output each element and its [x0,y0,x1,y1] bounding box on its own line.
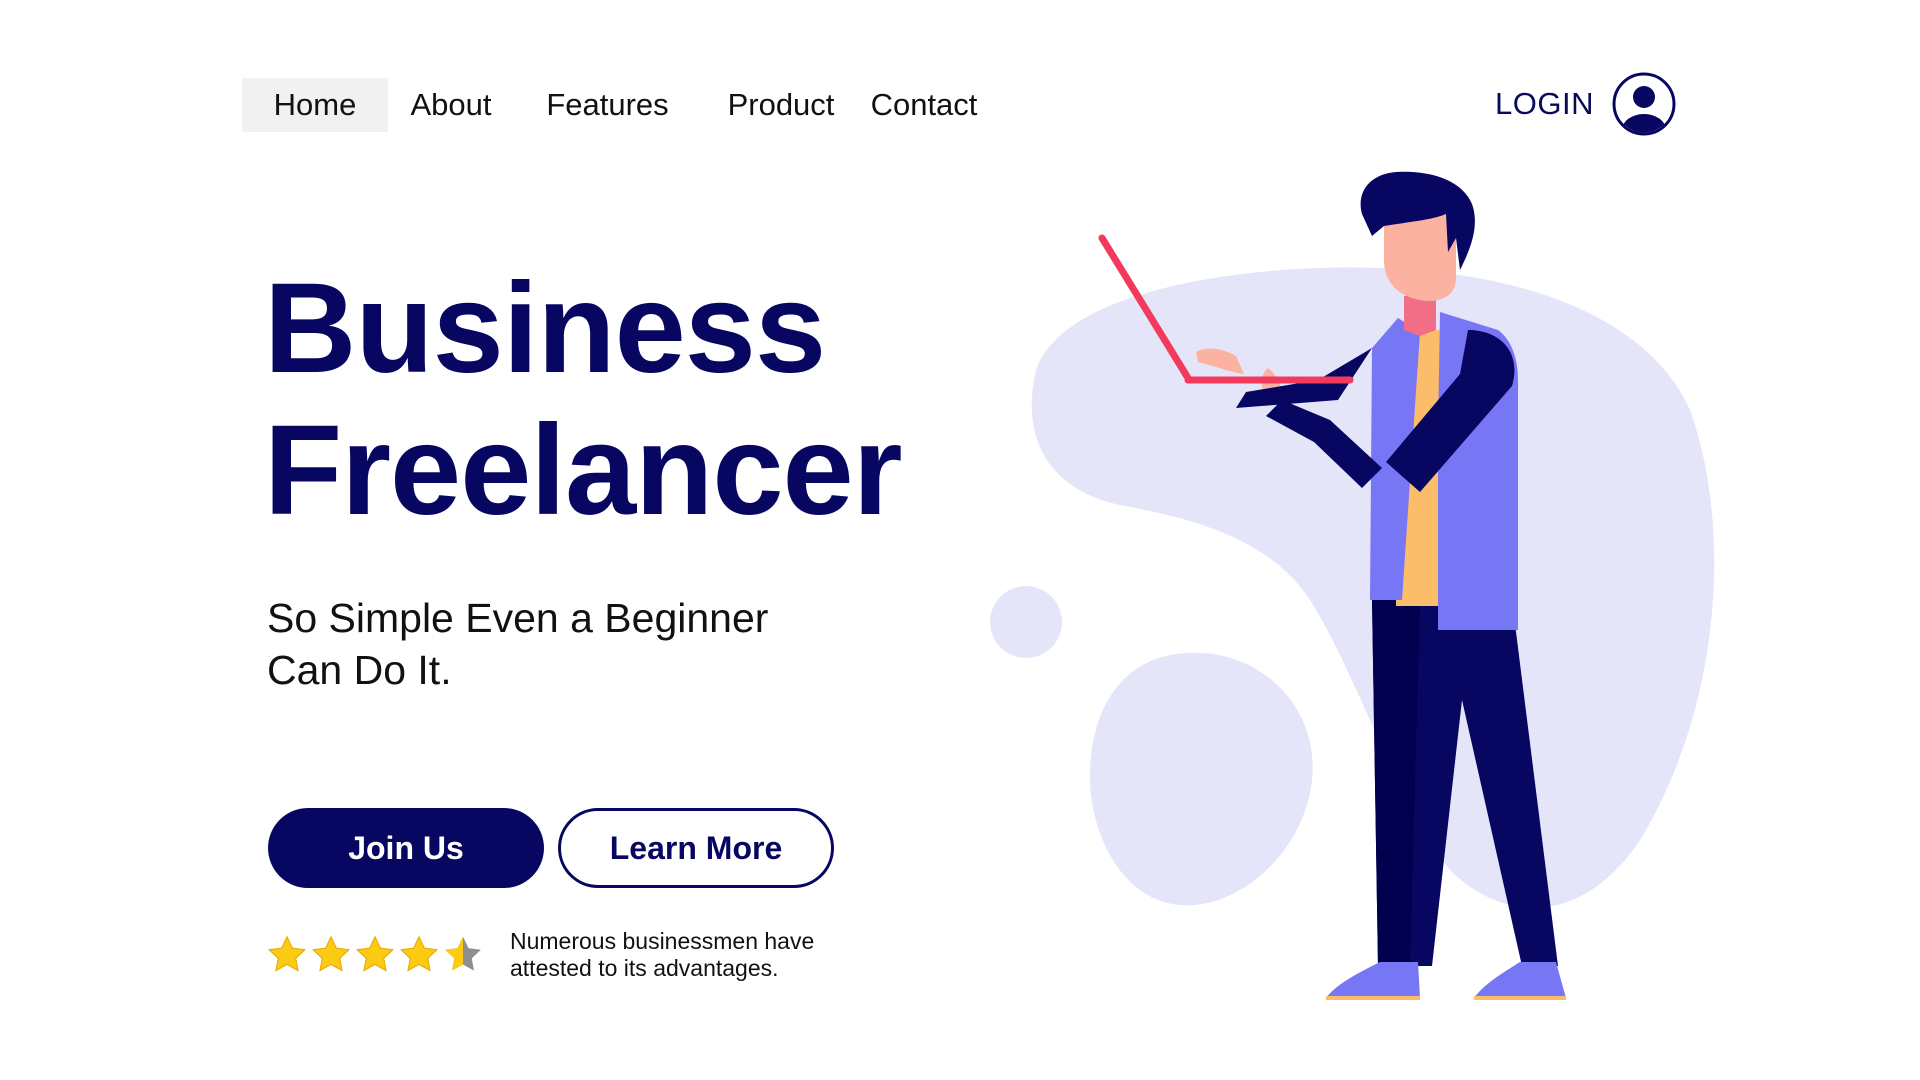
hero-subtitle-line-1: So Simple Even a Beginner [267,595,769,641]
right-shoe-sole [1474,996,1566,1000]
nav-item-contact[interactable]: Contact [861,78,987,132]
hero-title-line-1: Business [264,257,826,400]
left-shoe-sole [1326,996,1420,1000]
hero-subtitle-line-2: Can Do It. [267,647,452,693]
rating-text-line-1: Numerous businessmen have [510,928,815,954]
star-icon [311,935,351,972]
rating-text: Numerous businessmen have attested to it… [510,928,850,982]
main-nav: Home About Features Product Contact [242,78,987,132]
star-icon [399,935,439,972]
freelancer-illustration [990,171,1715,1000]
rating: Numerous businessmen have attested to it… [266,928,850,982]
nav-item-home[interactable]: Home [242,78,388,132]
background-blob-small [1089,652,1313,906]
hero-title-line-2: Freelancer [264,399,902,542]
hero-title: Business Freelancer [264,258,902,542]
right-shoe [1474,962,1566,998]
user-circle-icon [1612,72,1676,136]
half-star-icon [445,936,481,971]
rating-text-line-2: attested to its advantages. [510,955,779,981]
join-us-button[interactable]: Join Us [268,808,544,888]
login-button[interactable]: LOGIN [1495,72,1676,136]
star-icon [267,935,307,972]
nav-item-about[interactable]: About [388,78,514,132]
login-label: LOGIN [1495,86,1594,121]
star-icon [355,935,395,972]
nav-item-product[interactable]: Product [701,78,861,132]
hero-subtitle: So Simple Even a Beginner Can Do It. [267,592,827,696]
star-rating [266,934,486,976]
nav-item-features[interactable]: Features [514,78,701,132]
left-shoe [1326,962,1420,998]
neck [1404,296,1436,336]
learn-more-button[interactable]: Learn More [558,808,834,888]
background-dot [990,586,1062,658]
